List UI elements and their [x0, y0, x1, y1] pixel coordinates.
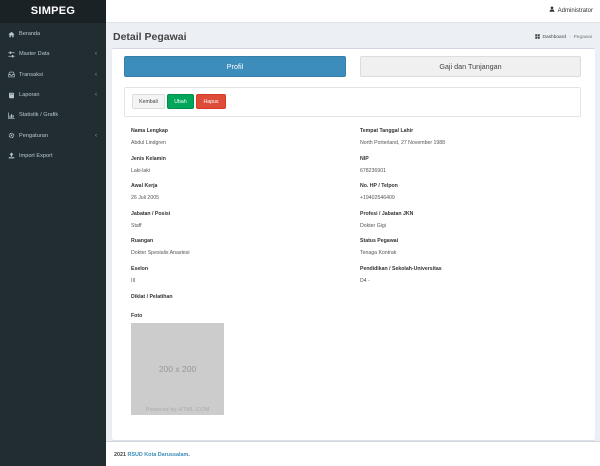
upload-icon: [7, 152, 15, 159]
footer-year: 2021: [114, 452, 126, 458]
sidebar-item-label: Master Data: [19, 51, 50, 58]
sidebar-item-label: Statistik / Grafik: [19, 112, 59, 119]
field-label: NIP: [360, 156, 369, 162]
field-value: Dokter Spesialis Anastesi: [131, 249, 190, 256]
field-jenis-kelamin: Jenis Kelamin Laki-laki: [131, 156, 166, 174]
field-label: Pendidikan / Sekolah-Universitas: [360, 266, 442, 272]
tab-profil[interactable]: Profil: [124, 56, 346, 77]
field-label: Status Pegawai: [360, 238, 399, 244]
breadcrumb: Dashboard › Pegawai: [534, 34, 592, 41]
chevron-left-icon: ‹: [95, 71, 97, 78]
field-label: Profesi / Jabatan JKN: [360, 211, 414, 217]
sidebar-item-label: Beranda: [19, 31, 41, 38]
sidebar-item-pengaturan[interactable]: Pengaturan ‹: [0, 125, 106, 145]
dashboard-icon: [534, 34, 540, 41]
hapus-button[interactable]: Hapus: [196, 94, 226, 109]
sidebar-item-label: Transaksi: [19, 71, 44, 78]
user-icon: [549, 6, 557, 14]
breadcrumb-separator: ›: [568, 35, 571, 40]
field-tempat-tanggal-lahir: Tempat Tanggal Lahir North Porterland, 2…: [360, 128, 445, 146]
sidebar-item-import-export[interactable]: Import Export: [0, 146, 106, 166]
footer-suffix: .: [188, 452, 190, 458]
field-value: III: [131, 277, 136, 284]
field-label: Jenis Kelamin: [131, 156, 166, 162]
sidebar-item-label: Pengaturan: [19, 132, 48, 139]
field-value: Abdul Lindgren: [131, 139, 166, 146]
sidebar: SIMPEG Beranda Master Data ‹ Transaksi ‹: [0, 0, 106, 466]
bar-chart-icon: [7, 112, 15, 119]
field-pendidikan: Pendidikan / Sekolah-Universitas D4 -: [360, 266, 442, 284]
sliders-icon: [7, 51, 15, 58]
field-value: 678236901: [360, 167, 386, 174]
page-title: Detail Pegawai: [113, 31, 187, 43]
sidebar-item-statistik[interactable]: Statistik / Grafik: [0, 105, 106, 125]
user-name: Administrator: [557, 8, 593, 14]
footer-text: 2021 RSUD Kota Darussalam.: [114, 452, 190, 458]
field-diklat-pelatihan: Diklat / Pelatihan: [131, 294, 173, 306]
detail-box: Profil Gaji dan Tunjangan Kembali Ubah H…: [112, 48, 595, 440]
home-icon: [7, 31, 15, 38]
chevron-left-icon: ‹: [95, 92, 97, 99]
field-label: Eselon: [131, 266, 149, 272]
chevron-left-icon: ‹: [95, 132, 97, 139]
kembali-button[interactable]: Kembali: [132, 94, 165, 109]
user-menu[interactable]: Administrator: [549, 0, 593, 23]
gear-icon: [7, 132, 15, 139]
footer: 2021 RSUD Kota Darussalam.: [106, 441, 600, 466]
field-label: Nama Lengkap: [131, 128, 168, 134]
photo-placeholder: 200 x 200 Powered by HTML.COM: [131, 323, 224, 415]
field-value: Dokter Gigi: [360, 222, 386, 229]
sidebar-item-transaksi[interactable]: Transaksi ‹: [0, 65, 106, 85]
top-navbar: Administrator: [106, 0, 600, 23]
chevron-left-icon: ‹: [95, 51, 97, 58]
field-label: Jabatan / Posisi: [131, 211, 171, 217]
field-nip: NIP 678236901: [360, 156, 386, 174]
field-no-hp: No. HP / Telpon +19402546409: [360, 183, 398, 201]
action-panel: Kembali Ubah Hapus: [124, 87, 581, 117]
field-label: Tempat Tanggal Lahir: [360, 128, 414, 134]
sidebar-item-label: Import Export: [19, 152, 53, 159]
breadcrumb-current: Pegawai: [573, 35, 592, 40]
field-value: +19402546409: [360, 194, 395, 201]
field-nama-lengkap: Nama Lengkap Abdul Lindgren: [131, 128, 168, 146]
field-value: North Porterland, 27 November 1988: [360, 139, 446, 146]
field-status-pegawai: Status Pegawai Tenaga Kontrak: [360, 238, 398, 256]
field-value: 26 Juli 2005: [131, 194, 159, 201]
sidebar-item-laporan[interactable]: Laporan ‹: [0, 85, 106, 105]
field-profesi-jkn: Profesi / Jabatan JKN Dokter Gigi: [360, 211, 413, 229]
field-label: No. HP / Telpon: [360, 183, 398, 189]
book-icon: [7, 92, 15, 99]
app-logo[interactable]: SIMPEG: [0, 0, 106, 23]
breadcrumb-dashboard-link[interactable]: Dashboard: [543, 35, 566, 40]
field-value: Tenaga Kontrak: [360, 249, 397, 256]
sidebar-menu: Beranda Master Data ‹ Transaksi ‹ Lapora…: [0, 24, 106, 166]
field-jabatan-posisi: Jabatan / Posisi Staff: [131, 211, 170, 229]
field-eselon: Eselon III: [131, 266, 148, 284]
sidebar-item-label: Laporan: [19, 92, 40, 99]
photo-credit-text: Powered by HTML.COM: [145, 407, 210, 413]
photo-size-text: 200 x 200: [158, 364, 197, 374]
field-awal-kerja: Awal Kerja 26 Juli 2005: [131, 183, 159, 201]
content-header: Detail Pegawai Dashboard › Pegawai: [106, 23, 600, 51]
field-value: Staff: [131, 222, 142, 229]
field-label: Ruangan: [131, 238, 154, 244]
field-value: Laki-laki: [131, 167, 151, 174]
foto-label: Foto: [131, 313, 143, 319]
tab-gaji-dan-tunjangan[interactable]: Gaji dan Tunjangan: [360, 56, 581, 77]
sidebar-item-master-data[interactable]: Master Data ‹: [0, 44, 106, 64]
footer-org-link[interactable]: RSUD Kota Darussalam: [128, 452, 189, 458]
sidebar-item-beranda[interactable]: Beranda: [0, 24, 106, 44]
field-value: D4 -: [360, 277, 370, 284]
field-ruangan: Ruangan Dokter Spesialis Anastesi: [131, 238, 190, 256]
inbox-icon: [7, 71, 15, 78]
ubah-button[interactable]: Ubah: [167, 94, 194, 109]
field-label: Diklat / Pelatihan: [131, 294, 173, 300]
field-label: Awal Kerja: [131, 183, 158, 189]
